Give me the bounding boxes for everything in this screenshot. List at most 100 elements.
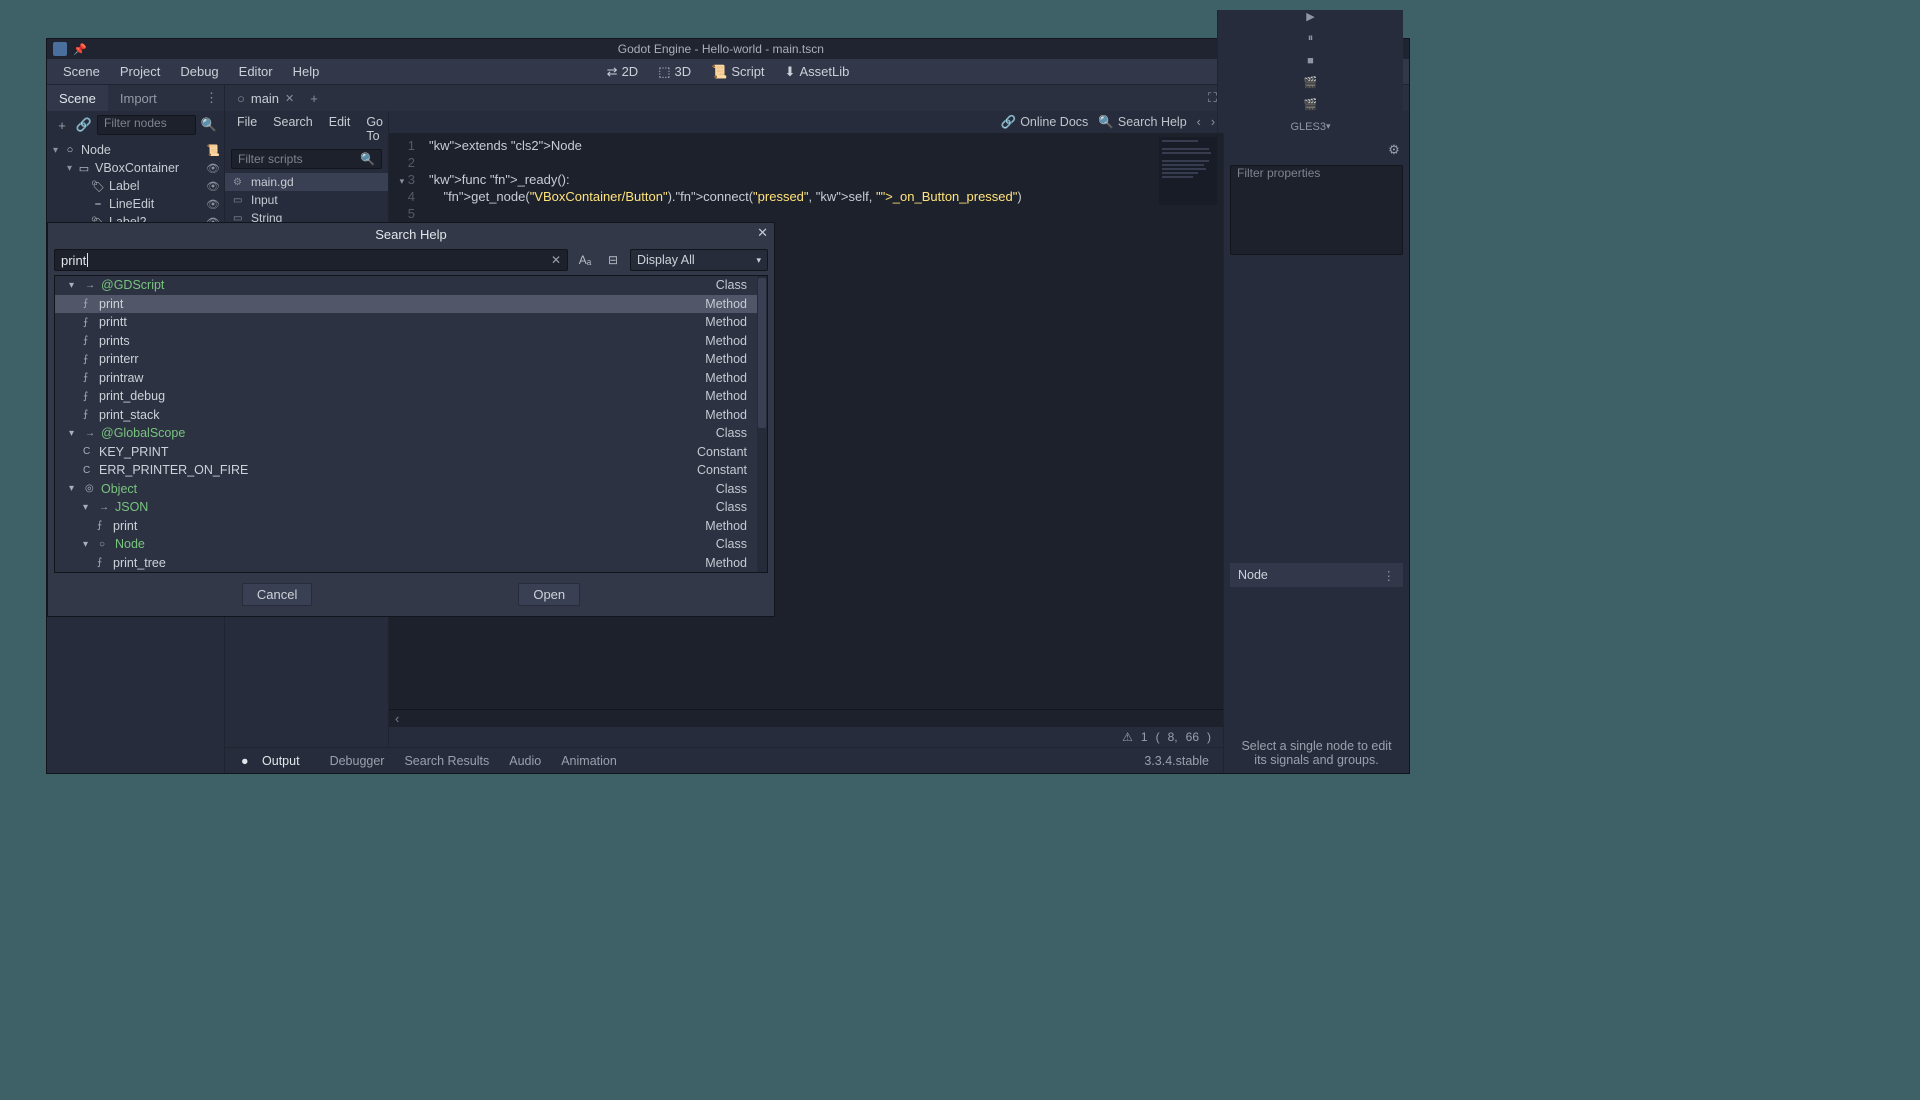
script-menu: File Search Edit Go To Debug: [225, 111, 388, 147]
dock-menu-icon[interactable]: ⋮: [1383, 568, 1396, 583]
result-row[interactable]: ⨍print_debugMethod: [55, 387, 767, 406]
search-help-button[interactable]: 🔍Search Help: [1098, 115, 1186, 130]
play-scene-icon[interactable]: 🎬: [1303, 76, 1319, 90]
result-row[interactable]: CERR_PRINTER_ON_FIREConstant: [55, 461, 767, 480]
app-window: 📌 Godot Engine - Hello-world - main.tscn…: [46, 38, 1410, 774]
result-row[interactable]: ▾→@GlobalScopeClass: [55, 424, 767, 443]
open-button[interactable]: Open: [518, 583, 580, 606]
script-menu-edit[interactable]: Edit: [321, 115, 359, 143]
result-row[interactable]: ⨍print_treeMethod: [55, 554, 767, 573]
play-controls: ▶ ⏸ ■ 🎬 🎬 GLES3 ▾: [1217, 10, 1403, 134]
close-icon[interactable]: ✕: [757, 225, 768, 241]
menu-help[interactable]: Help: [283, 64, 330, 79]
menu-editor[interactable]: Editor: [229, 64, 283, 79]
tab-import[interactable]: Import: [108, 85, 169, 111]
script-list-item[interactable]: ⚙main.gd: [225, 173, 388, 191]
case-sensitive-icon[interactable]: Aₐ: [574, 249, 596, 271]
cancel-button[interactable]: Cancel: [242, 583, 312, 606]
scene-tree-row[interactable]: ⎯LineEdit👁: [47, 195, 224, 213]
bottom-search[interactable]: Search Results: [394, 754, 499, 768]
pause-icon[interactable]: ⏸: [1303, 32, 1319, 46]
scene-tree[interactable]: ▾○Node📜▾▭VBoxContainer👁🏷Label👁⎯LineEdit👁…: [47, 139, 224, 233]
bottom-audio[interactable]: Audio: [499, 754, 551, 768]
result-row[interactable]: ⨍printrawMethod: [55, 369, 767, 388]
chevron-down-icon: ▾: [1326, 121, 1331, 132]
pin-icon[interactable]: 📌: [73, 43, 87, 56]
workspace-2d[interactable]: ⇄2D: [597, 64, 649, 80]
nav-fwd-icon[interactable]: ›: [1211, 115, 1215, 129]
filter-properties-input[interactable]: Filter properties: [1230, 165, 1403, 255]
filter-nodes-input[interactable]: Filter nodes: [97, 115, 196, 135]
distraction-free-icon[interactable]: ⛶: [1208, 90, 1217, 106]
script-icon: 📜: [711, 64, 727, 80]
scene-icon: ○: [237, 91, 245, 106]
scrollbar[interactable]: [757, 276, 767, 572]
chevron-down-icon: ▾: [756, 255, 761, 266]
add-node-icon[interactable]: +: [53, 116, 71, 134]
result-row[interactable]: CKEY_PRINTConstant: [55, 443, 767, 462]
result-row[interactable]: ⨍printsMethod: [55, 332, 767, 351]
assetlib-icon: ⬇: [785, 64, 796, 80]
online-docs-button[interactable]: 🔗Online Docs: [1001, 115, 1089, 130]
version-label: 3.3.4.stable: [1134, 754, 1217, 768]
add-tab-icon[interactable]: +: [310, 91, 318, 106]
hierarchy-icon[interactable]: ⊟: [602, 249, 624, 271]
menu-debug[interactable]: Debug: [170, 64, 228, 79]
result-row[interactable]: ⨍printtMethod: [55, 313, 767, 332]
scrollbar-thumb[interactable]: [758, 278, 766, 428]
result-row[interactable]: ⨍printMethod: [55, 517, 767, 536]
tab-scene[interactable]: Scene: [47, 85, 108, 111]
play-icon[interactable]: ▶: [1303, 10, 1319, 24]
results-list[interactable]: ▾→@GDScriptClass⨍printMethod⨍printtMetho…: [54, 275, 768, 573]
menu-project[interactable]: Project: [110, 64, 170, 79]
warning-icon[interactable]: ⚠: [1122, 730, 1133, 744]
display-filter-dropdown[interactable]: Display All ▾: [630, 249, 768, 271]
clear-icon[interactable]: ✕: [551, 253, 561, 267]
script-menu-search[interactable]: Search: [265, 115, 321, 143]
scene-tree-row[interactable]: 🏷Label👁: [47, 177, 224, 195]
bottom-output[interactable]: ● Output: [231, 754, 320, 768]
link-icon[interactable]: 🔗: [75, 116, 93, 134]
workspace-3d[interactable]: ⬚3D: [648, 64, 701, 80]
bottom-animation[interactable]: Animation: [551, 754, 627, 768]
minimap[interactable]: [1159, 137, 1217, 205]
search-input[interactable]: print ✕: [54, 249, 568, 271]
result-row[interactable]: ⨍printerrMethod: [55, 350, 767, 369]
nav-back-icon[interactable]: ‹: [1197, 115, 1201, 129]
script-menu-file[interactable]: File: [229, 115, 265, 143]
cursor-col2: 66: [1186, 730, 1199, 744]
scene-toolbar: + 🔗 Filter nodes 🔍: [47, 111, 224, 139]
scene-dock-tabs: Scene Import ⋮: [47, 85, 224, 111]
scene-tab-main[interactable]: ○ main ✕: [231, 85, 300, 111]
search-icon: 🔍: [360, 152, 375, 166]
menu-scene[interactable]: Scene: [53, 64, 110, 79]
bottom-debugger[interactable]: Debugger: [320, 754, 395, 768]
workspace-assetlib[interactable]: ⬇AssetLib: [775, 64, 860, 80]
play-custom-icon[interactable]: 🎬: [1303, 98, 1319, 112]
result-row[interactable]: ⨍print_stackMethod: [55, 406, 767, 425]
result-row[interactable]: ▾○NodeClass: [55, 535, 767, 554]
node-section: Node ⋮ Select a single node to edit its …: [1230, 563, 1403, 767]
scene-tree-row[interactable]: ▾○Node📜: [47, 141, 224, 159]
workspace-script[interactable]: 📜Script: [701, 64, 774, 80]
hscrollbar[interactable]: ‹: [389, 709, 1223, 727]
stop-icon[interactable]: ■: [1303, 54, 1319, 68]
result-row[interactable]: ▾◎ObjectClass: [55, 480, 767, 499]
search-icon[interactable]: 🔍: [200, 116, 218, 134]
sort-icon[interactable]: ⚙: [1385, 141, 1403, 159]
script-menu-goto[interactable]: Go To: [358, 115, 391, 143]
right-dock: Inspector ⋮ 🗎 📂 💾 ‹ › ↻ ⚙ Filter propert…: [1223, 85, 1409, 773]
dock-menu-icon[interactable]: ⋮: [199, 90, 224, 106]
script-list-item[interactable]: ▭Input: [225, 191, 388, 209]
window-title: Godot Engine - Hello-world - main.tscn: [87, 42, 1355, 56]
scene-tree-row[interactable]: ▾▭VBoxContainer👁: [47, 159, 224, 177]
result-row[interactable]: ▾→@GDScriptClass: [55, 276, 767, 295]
renderer-dropdown[interactable]: GLES3 ▾: [1287, 120, 1335, 134]
cursor-line: 1: [1141, 730, 1148, 744]
result-row[interactable]: ⨍printMethod: [55, 295, 767, 314]
result-row[interactable]: ▾→JSONClass: [55, 498, 767, 517]
close-tab-icon[interactable]: ✕: [285, 92, 294, 105]
filter-scripts-input[interactable]: Filter scripts 🔍: [231, 149, 382, 169]
node-header[interactable]: Node ⋮: [1230, 563, 1403, 587]
scroll-left-icon[interactable]: ‹: [395, 711, 399, 726]
